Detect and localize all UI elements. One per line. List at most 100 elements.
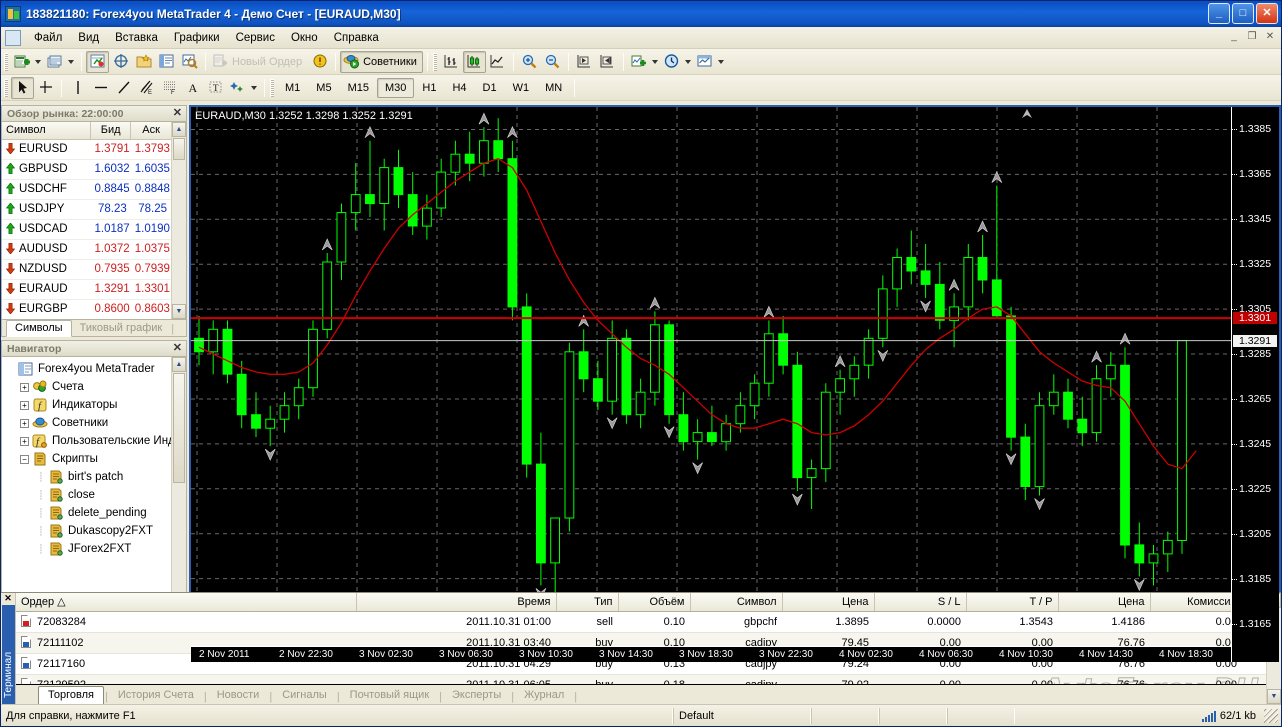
scroll-up-icon[interactable]: ▲ [172, 122, 186, 137]
data-window-button[interactable] [109, 51, 132, 73]
navigator-item-delete-pending[interactable]: ┊ delete_pending [6, 504, 171, 522]
market-watch-row[interactable]: AUDUSD 1.0372 1.0375 [2, 239, 171, 260]
timeframe-h1[interactable]: H1 [414, 78, 444, 98]
market-watch-row[interactable]: NZDUSD 0.7935 0.7939 [2, 259, 171, 280]
navigator-root[interactable]: Forex4you MetaTrader [6, 360, 171, 378]
equidistant-channel-button[interactable]: E [135, 77, 158, 99]
toolbar-grip[interactable] [4, 52, 8, 71]
tree-toggle-icon[interactable]: + [20, 436, 29, 446]
status-profile[interactable]: Default [673, 707, 811, 724]
toolbar-grip[interactable] [4, 78, 8, 97]
terminal-tab-account-history[interactable]: История Счета [109, 687, 203, 704]
bar-chart-button[interactable] [440, 51, 463, 73]
scroll-down-icon[interactable]: ▼ [1267, 689, 1281, 704]
navigator-item-jforex2fxt[interactable]: ┊ JForex2FXT [6, 540, 171, 558]
navigator-item-birt-s-patch[interactable]: ┊ birt's patch [6, 468, 171, 486]
zoom-in-button[interactable] [518, 51, 541, 73]
tree-toggle-icon[interactable]: + [20, 400, 29, 410]
trade-col-9[interactable]: Комиссия [1150, 593, 1243, 612]
horizontal-line-button[interactable] [89, 77, 112, 99]
terminal-tab-trade[interactable]: Торговля [38, 686, 104, 704]
price-chart[interactable] [191, 107, 1279, 662]
crosshair-button[interactable] [34, 77, 57, 99]
navigator-button[interactable] [132, 51, 155, 73]
navigator-item--[interactable]: + Советники [6, 414, 171, 432]
terminal-tab-experts[interactable]: Эксперты [443, 687, 510, 704]
terminal-tab-alerts[interactable]: Сигналы [273, 687, 336, 704]
menu-item-help[interactable]: Справка [326, 29, 387, 47]
market-watch-row[interactable]: EURAUD 1.3291 1.3301 [2, 279, 171, 300]
templates-button[interactable] [694, 51, 727, 73]
terminal-tab-mailbox[interactable]: Почтовый ящик [341, 687, 438, 704]
shapes-button[interactable] [227, 77, 260, 99]
navigator-item-close[interactable]: ┊ close [6, 486, 171, 504]
indicators-button[interactable] [628, 51, 661, 73]
experts-button[interactable]: Советники [340, 50, 423, 73]
mdi-close-button[interactable]: ✕ [1263, 30, 1277, 44]
tree-toggle-icon[interactable]: − [20, 454, 29, 464]
market-watch-row[interactable]: USDJPY 78.23 78.25 [2, 199, 171, 220]
market-watch-row[interactable]: EURGBP 0.8600 0.8603 [2, 299, 171, 319]
menu-item-window[interactable]: Окно [283, 29, 326, 47]
mdi-restore-button[interactable]: ❐ [1245, 30, 1259, 44]
tab-symbols[interactable]: Символы [6, 320, 72, 337]
tree-toggle-icon[interactable]: + [20, 382, 29, 392]
chart-shift-button[interactable] [596, 51, 619, 73]
trade-col-3[interactable]: Объём [618, 593, 691, 612]
trade-col-2[interactable]: Тип [556, 593, 619, 612]
trade-col-4[interactable]: Символ [690, 593, 783, 612]
mw-col-ask[interactable]: Аск [130, 122, 171, 140]
market-watch-row[interactable]: USDCAD 1.0187 1.0190 [2, 219, 171, 240]
mw-col-bid[interactable]: Бид [90, 122, 132, 140]
terminal-tab-news[interactable]: Новости [208, 687, 269, 704]
trade-col-5[interactable]: Цена [782, 593, 875, 612]
market-watch-scrollbar[interactable]: ▲ ▼ [171, 122, 186, 319]
menu-item-insert[interactable]: Вставка [107, 29, 166, 47]
navigator-item--[interactable]: + f Пользовательские Инд [6, 432, 171, 450]
timeframe-m15[interactable]: M15 [340, 78, 377, 98]
market-watch-row[interactable]: GBPUSD 1.6032 1.6035 [2, 159, 171, 180]
vertical-line-button[interactable] [66, 77, 89, 99]
periods-button[interactable] [661, 51, 694, 73]
fibonacci-button[interactable]: F [158, 77, 181, 99]
trade-col-0[interactable]: Ордер △ [16, 593, 357, 612]
alerts-button[interactable] [308, 51, 331, 73]
new-order-button[interactable]: Новый Ордер [210, 51, 308, 73]
profiles-button[interactable] [44, 51, 77, 73]
table-row[interactable]: 72083284 2011.10.31 01:00 sell 0.10 gbpchf 1.… [16, 611, 1266, 633]
market-watch-button[interactable] [86, 50, 109, 73]
close-icon[interactable]: ✕ [173, 107, 182, 120]
time-axis[interactable]: 2 Nov 2011 2 Nov 22:30 3 Nov 02:30 3 Nov 06… [191, 646, 1231, 662]
toolbar-grip[interactable] [270, 78, 274, 97]
tab-tick-chart[interactable]: Тиковый график [72, 321, 171, 336]
maximize-button[interactable]: □ [1232, 3, 1254, 24]
navigator-item--[interactable]: + f Индикаторы [6, 396, 171, 414]
new-chart-button[interactable] [11, 51, 44, 73]
menu-item-tools[interactable]: Сервис [228, 29, 283, 47]
trendline-button[interactable] [112, 77, 135, 99]
resize-grip[interactable] [1264, 708, 1278, 723]
navigator-item-dukascopy2fxt[interactable]: ┊ Dukascopy2FXT [6, 522, 171, 540]
menu-item-view[interactable]: Вид [70, 29, 107, 47]
trade-col-1[interactable]: Время [356, 593, 557, 612]
trade-col-7[interactable]: T / P [966, 593, 1059, 612]
trade-col-8[interactable]: Цена [1058, 593, 1151, 612]
candlestick-chart-button[interactable] [462, 50, 486, 73]
scrollbar-thumb[interactable] [173, 138, 185, 160]
connection-status[interactable]: 62/1 kb [1201, 710, 1264, 722]
market-watch-row[interactable]: USDCHF 0.8845 0.8848 [2, 179, 171, 200]
text-button[interactable]: A [181, 77, 204, 99]
strategy-tester-button[interactable] [178, 51, 201, 73]
close-icon[interactable]: ✕ [4, 593, 12, 604]
cursor-button[interactable] [11, 76, 34, 99]
tree-toggle-icon[interactable]: + [20, 418, 29, 428]
menu-item-file[interactable]: Файл [26, 29, 70, 47]
mdi-minimize-button[interactable]: _ [1227, 30, 1241, 44]
auto-scroll-button[interactable] [573, 51, 596, 73]
zoom-out-button[interactable] [541, 51, 564, 73]
timeframe-w1[interactable]: W1 [505, 78, 538, 98]
close-icon[interactable]: ✕ [173, 342, 182, 355]
toolbar-grip[interactable] [432, 52, 437, 71]
scrollbar-thumb[interactable] [173, 373, 185, 483]
scroll-down-icon[interactable]: ▼ [172, 304, 186, 319]
